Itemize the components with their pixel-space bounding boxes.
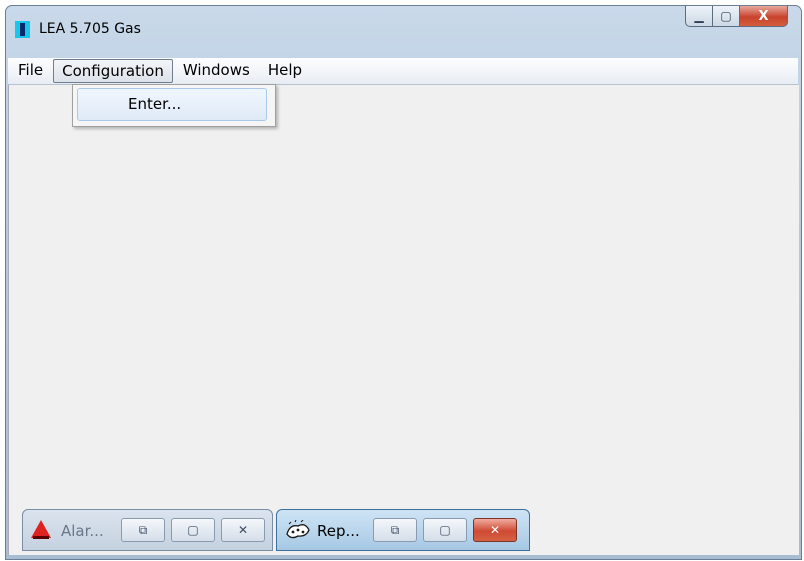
maximize-button[interactable]: ▢ [713,6,740,27]
menu-bar: File Configuration Windows Help [8,58,798,85]
bell-icon [31,520,51,540]
restore-icon: ⧉ [390,522,400,537]
maximize-icon: ▢ [187,523,199,537]
menu-windows[interactable]: Windows [175,59,258,83]
restore-button[interactable]: ⧉ [373,518,417,542]
minimized-window-title: Rep... [317,522,360,540]
close-button[interactable]: X [740,6,788,27]
maximize-icon: ▢ [439,523,451,537]
maximize-button[interactable]: ▢ [171,518,215,542]
menu-configuration[interactable]: Configuration [53,59,173,83]
minimize-icon: ▁ [694,9,704,23]
close-button[interactable]: ✕ [221,518,265,542]
maximize-button[interactable]: ▢ [423,518,467,542]
menu-file[interactable]: File [10,59,51,83]
close-icon: X [758,8,769,24]
close-icon: ✕ [237,523,249,537]
minimized-window-alarms[interactable]: Alar... ⧉ ▢ ✕ [22,509,273,551]
menu-item-enter-label: Enter... [128,95,182,113]
menu-help[interactable]: Help [260,59,310,83]
close-button[interactable]: ✕ [473,518,517,542]
app-icon[interactable] [15,21,30,38]
minimized-window-title: Alar... [61,522,104,540]
restore-button[interactable]: ⧉ [121,518,165,542]
window-title: LEA 5.705 Gas [39,21,141,37]
minimize-button[interactable]: ▁ [685,6,713,27]
restore-icon: ⧉ [138,522,148,537]
report-icon [285,519,310,540]
mdi-workspace [8,85,799,555]
title-bar[interactable]: LEA 5.705 Gas ▁ ▢ X [6,6,801,43]
caption-buttons: ▁ ▢ X [685,6,788,29]
maximize-icon: ▢ [720,9,732,23]
close-icon: ✕ [489,523,501,537]
configuration-dropdown: Enter... [72,84,276,127]
minimized-window-reports[interactable]: Rep... ⧉ ▢ ✕ [276,509,530,551]
menu-item-enter[interactable]: Enter... [77,88,267,121]
